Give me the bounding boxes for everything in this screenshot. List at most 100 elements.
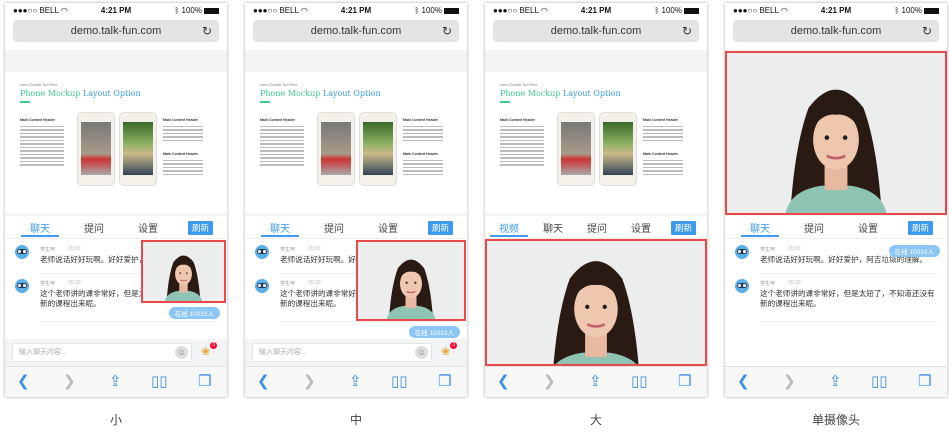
phone-image <box>77 112 115 186</box>
avatar <box>15 279 29 293</box>
body-text <box>643 126 683 143</box>
address-bar[interactable]: demo.talk-fun.com ↻ <box>733 20 939 42</box>
back-icon[interactable]: ❮ <box>17 373 30 391</box>
address-bar[interactable]: demo.talk-fun.com ↻ <box>493 20 699 42</box>
back-icon[interactable]: ❮ <box>257 373 270 391</box>
battery-percent: 100% <box>421 6 442 15</box>
refresh-button[interactable]: 刷新 <box>428 221 454 235</box>
tab-settings[interactable]: 设置 <box>631 220 651 235</box>
content-header: Main Content Header <box>403 152 439 156</box>
divider <box>760 321 937 322</box>
avatar <box>735 245 749 259</box>
reload-icon[interactable]: ↻ <box>682 20 692 42</box>
divider <box>280 321 457 322</box>
forward-icon[interactable]: ❯ <box>63 373 76 391</box>
tab-settings[interactable]: 设置 <box>858 220 878 235</box>
bluetooth-icon: ᛒ <box>654 6 660 15</box>
chat-list: 学生甲 15:00 老师说话好好玩啊。好好爱护，阿吉垃圾的理解。 学生甲 15:… <box>725 239 947 366</box>
message-time: 15:00 <box>308 246 321 252</box>
phone-image <box>359 112 397 186</box>
share-icon[interactable]: ⇪ <box>349 373 362 391</box>
layout-caption: 中 <box>349 413 362 427</box>
video-window[interactable] <box>141 240 226 303</box>
page-content: Insert Subtitle Text Here Phone Mockup L… <box>485 72 707 213</box>
tab-chat[interactable]: 聊天 <box>741 220 779 237</box>
message-time: 15:00 <box>68 280 81 286</box>
video-window[interactable] <box>356 240 466 321</box>
bookmarks-icon[interactable]: ▯▯ <box>631 373 648 391</box>
tab-settings[interactable]: 设置 <box>378 220 398 235</box>
tab-chat[interactable]: 聊天 <box>261 220 299 237</box>
tab-chat[interactable]: 聊天 <box>543 220 563 235</box>
tab-bar: 聊天 提问 设置 刷新 <box>725 216 947 239</box>
presenter-photo <box>727 53 945 213</box>
tabs-icon[interactable]: ❐ <box>198 373 211 391</box>
presenter-photo <box>487 241 705 364</box>
tab-ask[interactable]: 提问 <box>84 220 104 235</box>
tab-chat[interactable]: 聊天 <box>21 220 59 237</box>
bookmarks-icon[interactable]: ▯▯ <box>871 373 888 391</box>
mockup-title-green: Phone Mockup <box>20 89 81 98</box>
tab-bar: 视频 聊天 提问 设置 刷新 <box>485 216 707 239</box>
bluetooth-icon: ᛒ <box>174 6 180 15</box>
gift-icon[interactable]: ❀ <box>201 345 210 358</box>
mockup-subtitle: Insert Subtitle Text Here <box>500 83 538 87</box>
share-icon[interactable]: ⇪ <box>109 373 122 391</box>
content-header: Main Content Header <box>500 118 536 122</box>
body-text <box>260 126 304 168</box>
status-bar: ●●●○○ BELL ◠ 4:21 PM ᛒ 100% <box>245 3 467 18</box>
phone-image <box>599 112 637 186</box>
message-user: 学生甲 <box>760 281 776 287</box>
page-content: Insert Subtitle Text Here Phone Mockup L… <box>245 72 467 213</box>
chat-input[interactable]: 输入聊天内容... <box>12 343 192 362</box>
forward-icon[interactable]: ❯ <box>783 373 796 391</box>
content-header: Main Content Header <box>260 118 296 122</box>
emoji-icon[interactable]: ☺ <box>175 346 188 359</box>
chat-input[interactable]: 输入聊天内容... <box>252 343 432 362</box>
message-user: 学生甲 <box>760 247 776 253</box>
layout-caption: 大 <box>589 413 602 427</box>
battery-icon <box>204 7 219 14</box>
tab-ask[interactable]: 提问 <box>804 220 824 235</box>
tabs-icon[interactable]: ❐ <box>918 373 931 391</box>
tab-ask[interactable]: 提问 <box>324 220 344 235</box>
tab-video[interactable]: 视频 <box>490 220 528 237</box>
mockup-title-blue: Layout Option <box>562 89 621 98</box>
reload-icon[interactable]: ↻ <box>442 20 452 42</box>
forward-icon[interactable]: ❯ <box>543 373 556 391</box>
emoji-icon[interactable]: ☺ <box>415 346 428 359</box>
mockup-subtitle: Insert Subtitle Text Here <box>260 83 298 87</box>
share-icon[interactable]: ⇪ <box>589 373 602 391</box>
tab-bar: 聊天 提问 设置 刷新 <box>5 216 227 239</box>
gift-count-badge: 3 <box>210 342 217 349</box>
gift-icon[interactable]: ❀ <box>441 345 450 358</box>
message-user: 学生甲 <box>280 281 296 287</box>
bookmarks-icon[interactable]: ▯▯ <box>391 373 408 391</box>
battery-icon <box>684 7 699 14</box>
back-icon[interactable]: ❮ <box>737 373 750 391</box>
avatar <box>735 279 749 293</box>
mockup-title: Phone Mockup Layout Option <box>260 89 381 98</box>
bookmarks-icon[interactable]: ▯▯ <box>151 373 168 391</box>
back-icon[interactable]: ❮ <box>497 373 510 391</box>
video-window[interactable] <box>485 239 707 366</box>
reload-icon[interactable]: ↻ <box>922 20 932 42</box>
tab-settings[interactable]: 设置 <box>138 220 158 235</box>
address-bar[interactable]: demo.talk-fun.com ↻ <box>253 20 459 42</box>
tab-ask[interactable]: 提问 <box>587 220 607 235</box>
forward-icon[interactable]: ❯ <box>303 373 316 391</box>
video-window[interactable] <box>725 51 947 215</box>
reload-icon[interactable]: ↻ <box>202 20 212 42</box>
content-header: Main Content Header <box>643 118 679 122</box>
refresh-button[interactable]: 刷新 <box>188 221 214 235</box>
refresh-button[interactable]: 刷新 <box>671 221 697 235</box>
body-text <box>163 160 203 177</box>
bluetooth-icon: ᛒ <box>414 6 420 15</box>
share-icon[interactable]: ⇪ <box>829 373 842 391</box>
content-header: Main Content Header <box>403 118 439 122</box>
address-bar[interactable]: demo.talk-fun.com ↻ <box>13 20 219 42</box>
phone-mockup: ●●●○○ BELL ◠ 4:21 PM ᛒ 100% demo.talk-fu… <box>485 3 707 397</box>
refresh-button[interactable]: 刷新 <box>908 221 934 235</box>
tabs-icon[interactable]: ❐ <box>438 373 451 391</box>
tabs-icon[interactable]: ❐ <box>678 373 691 391</box>
